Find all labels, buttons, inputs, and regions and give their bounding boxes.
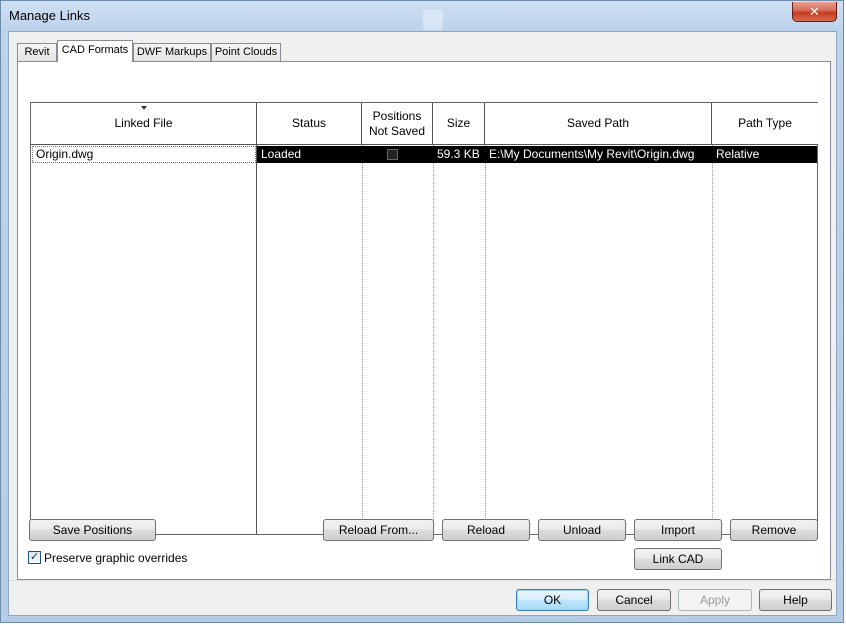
cancel-button[interactable]: Cancel [597,589,671,611]
saved-path-cell: E:\My Documents\My Revit\Origin.dwg [489,147,695,161]
size-cell: 59.3 KB [437,147,480,161]
column-header-label: Linked File [114,116,173,130]
tab-revit[interactable]: Revit [17,43,57,61]
close-icon: ✕ [809,3,820,19]
links-table: Linked File Status Positions Not Saved S… [30,102,818,535]
tab-point-clouds[interactable]: Point Clouds [211,43,281,61]
status-cell: Loaded [261,147,302,161]
column-divider [485,145,486,534]
linked-file-cell[interactable]: Origin.dwg [32,146,256,163]
column-header-saved-path[interactable]: Saved Path [485,103,712,145]
dialog-client-area: Revit CAD Formats DWF Markups Point Clou… [8,31,837,616]
preserve-graphic-overrides-label: Preserve graphic overrides [44,551,188,565]
window-title: Manage Links [9,8,90,23]
linked-file-column: Origin.dwg [31,145,257,534]
positions-not-saved-checkbox[interactable] [387,149,398,160]
separator [9,580,836,581]
save-positions-button[interactable]: Save Positions [29,519,156,541]
title-bar[interactable]: Manage Links ✕ [1,1,843,31]
column-header-path-type[interactable]: Path Type [712,103,818,145]
path-type-cell: Relative [716,147,760,161]
remove-button[interactable]: Remove [730,519,818,541]
column-header-label: Positions Not Saved [368,108,426,138]
column-header-size[interactable]: Size [433,103,485,145]
column-divider [712,145,713,534]
preserve-graphic-overrides-checkbox[interactable]: ✓ [28,551,41,564]
column-divider [433,145,434,534]
title-glow [423,10,443,30]
help-button[interactable]: Help [759,589,832,611]
import-button[interactable]: Import [634,519,722,541]
column-header-label: Status [291,116,327,130]
tab-dwf-markups[interactable]: DWF Markups [133,43,211,61]
unload-button[interactable]: Unload [538,519,626,541]
close-button[interactable]: ✕ [792,2,837,22]
table-row[interactable]: Loaded 59.3 KB E:\My Documents\My Revit\… [257,146,817,163]
column-header-label: Saved Path [566,116,630,130]
apply-button[interactable]: Apply [678,589,752,611]
ok-button[interactable]: OK [516,589,589,611]
sort-arrow-icon [140,106,147,110]
column-header-positions-not-saved[interactable]: Positions Not Saved [362,103,433,145]
column-divider [362,145,363,534]
column-header-label: Path Type [738,116,792,130]
reload-button[interactable]: Reload [442,519,530,541]
manage-links-window: Manage Links ✕ Revit CAD Formats DWF Mar… [0,0,844,623]
tab-cad-formats[interactable]: CAD Formats [57,40,133,62]
reload-from-button[interactable]: Reload From... [323,519,434,541]
column-header-status[interactable]: Status [257,103,362,145]
cad-formats-panel: Linked File Status Positions Not Saved S… [17,61,831,580]
column-header-linked-file[interactable]: Linked File [31,103,257,145]
column-header-label: Size [446,116,471,130]
link-cad-button[interactable]: Link CAD [634,548,722,570]
